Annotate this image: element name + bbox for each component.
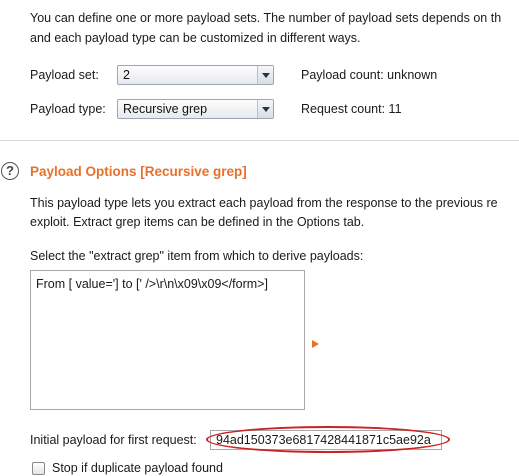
request-count-text: Request count: 11 bbox=[301, 102, 402, 116]
options-desc-line1: This payload type lets you extract each … bbox=[30, 196, 498, 210]
options-desc-line2: exploit. Extract grep items can be defin… bbox=[30, 215, 365, 229]
payload-type-value: Recursive grep bbox=[123, 102, 208, 116]
intro-text-line2: and each payload type can be customized … bbox=[30, 31, 361, 45]
payload-set-value: 2 bbox=[123, 68, 130, 82]
stop-duplicate-label: Stop if duplicate payload found bbox=[52, 461, 223, 475]
chevron-down-icon[interactable] bbox=[257, 66, 273, 84]
section-title: Payload Options [Recursive grep] bbox=[30, 164, 247, 179]
stop-duplicate-checkbox[interactable] bbox=[32, 462, 45, 475]
extract-grep-prompt: Select the "extract grep" item from whic… bbox=[30, 249, 364, 263]
chevron-down-icon[interactable] bbox=[257, 100, 273, 118]
payload-count-text: Payload count: unknown bbox=[301, 68, 438, 82]
list-item[interactable]: From [ value='] to [' />\r\n\x09\x09</fo… bbox=[36, 277, 268, 291]
extract-grep-list[interactable]: From [ value='] to [' />\r\n\x09\x09</fo… bbox=[30, 270, 305, 410]
play-arrow-icon bbox=[312, 340, 319, 348]
initial-payload-label: Initial payload for first request: bbox=[30, 433, 197, 447]
help-icon[interactable]: ? bbox=[1, 162, 19, 180]
payload-type-label: Payload type: bbox=[30, 102, 106, 116]
initial-payload-input[interactable]: 94ad150373e6817428441871c5ae92a bbox=[210, 430, 442, 450]
payload-set-select[interactable]: 2 bbox=[117, 65, 274, 85]
intro-text-line1: You can define one or more payload sets.… bbox=[30, 11, 502, 25]
payload-set-label: Payload set: bbox=[30, 68, 99, 82]
payload-type-select[interactable]: Recursive grep bbox=[117, 99, 274, 119]
section-divider bbox=[0, 140, 519, 141]
